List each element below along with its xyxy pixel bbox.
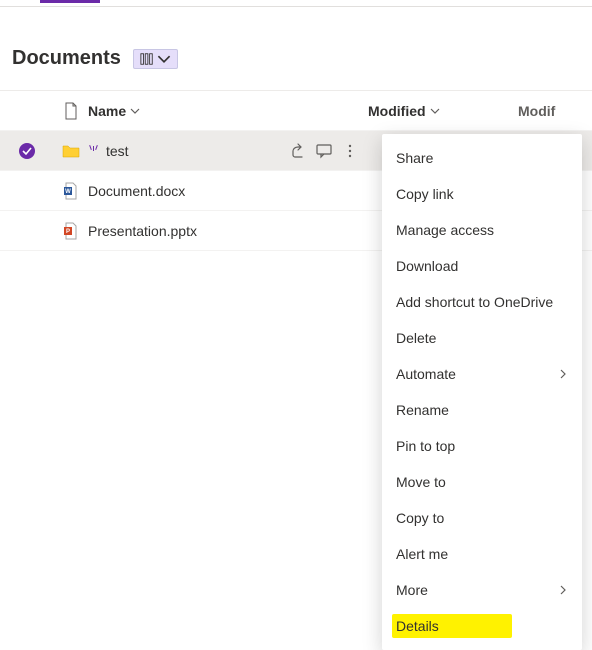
page-header: Documents [0, 7, 592, 90]
svg-text:P: P [66, 229, 70, 235]
ctx-rename[interactable]: Rename [382, 392, 582, 428]
row-name-cell[interactable]: Document.docx [88, 183, 368, 199]
folder-icon [62, 144, 80, 158]
ctx-move-to[interactable]: Move to [382, 464, 582, 500]
ctx-more[interactable]: More [382, 572, 582, 608]
row-type-icon: W [54, 182, 88, 200]
ctx-copy-to[interactable]: Copy to [382, 500, 582, 536]
ctx-share[interactable]: Share [382, 140, 582, 176]
ctx-delete[interactable]: Delete [382, 320, 582, 356]
col-modified-by-label: Modif [518, 103, 555, 119]
ctx-add-shortcut[interactable]: Add shortcut to OneDrive [382, 284, 582, 320]
col-name-label: Name [88, 103, 126, 119]
context-menu: Share Copy link Manage access Download A… [382, 134, 582, 650]
row-select-cell[interactable] [0, 143, 54, 159]
row-type-icon [54, 144, 88, 158]
row-type-icon: P [54, 222, 88, 240]
app-top-bar [0, 0, 592, 7]
row-name-text: Presentation.pptx [88, 223, 197, 239]
chevron-right-icon [558, 369, 568, 379]
row-name-text: test [106, 143, 129, 159]
comment-icon[interactable] [316, 143, 332, 159]
share-icon[interactable] [290, 143, 306, 159]
more-vertical-icon[interactable] [342, 143, 358, 159]
list-header-row: Name Modified Modif [0, 91, 592, 131]
col-type-icon [54, 102, 88, 120]
page-title: Documents [12, 47, 121, 70]
chevron-down-icon [157, 52, 171, 66]
ctx-details[interactable]: Details [382, 608, 582, 644]
row-actions [290, 143, 368, 159]
ctx-alert-me[interactable]: Alert me [382, 536, 582, 572]
col-header-modified[interactable]: Modified [368, 103, 518, 119]
ctx-automate[interactable]: Automate [382, 356, 582, 392]
powerpoint-file-icon: P [63, 222, 79, 240]
ctx-pin-to-top[interactable]: Pin to top [382, 428, 582, 464]
col-modified-label: Modified [368, 103, 426, 119]
svg-text:W: W [65, 189, 71, 195]
ctx-manage-access[interactable]: Manage access [382, 212, 582, 248]
chevron-right-icon [558, 585, 568, 595]
row-name-text: Document.docx [88, 183, 185, 199]
chevron-down-icon [130, 106, 140, 116]
ctx-copy-link[interactable]: Copy link [382, 176, 582, 212]
loading-indicator-icon [88, 145, 98, 157]
word-file-icon: W [63, 182, 79, 200]
tiles-view-icon [140, 52, 154, 66]
view-switcher[interactable] [133, 49, 178, 69]
selected-check-icon [19, 143, 35, 159]
ctx-download[interactable]: Download [382, 248, 582, 284]
file-icon [63, 102, 79, 120]
col-header-modified-by[interactable]: Modif [518, 103, 592, 119]
chevron-down-icon [430, 106, 440, 116]
row-name-cell[interactable]: Presentation.pptx [88, 223, 368, 239]
active-tab-indicator [40, 0, 100, 3]
col-header-name[interactable]: Name [88, 103, 368, 119]
row-name-cell[interactable]: test [88, 143, 368, 159]
